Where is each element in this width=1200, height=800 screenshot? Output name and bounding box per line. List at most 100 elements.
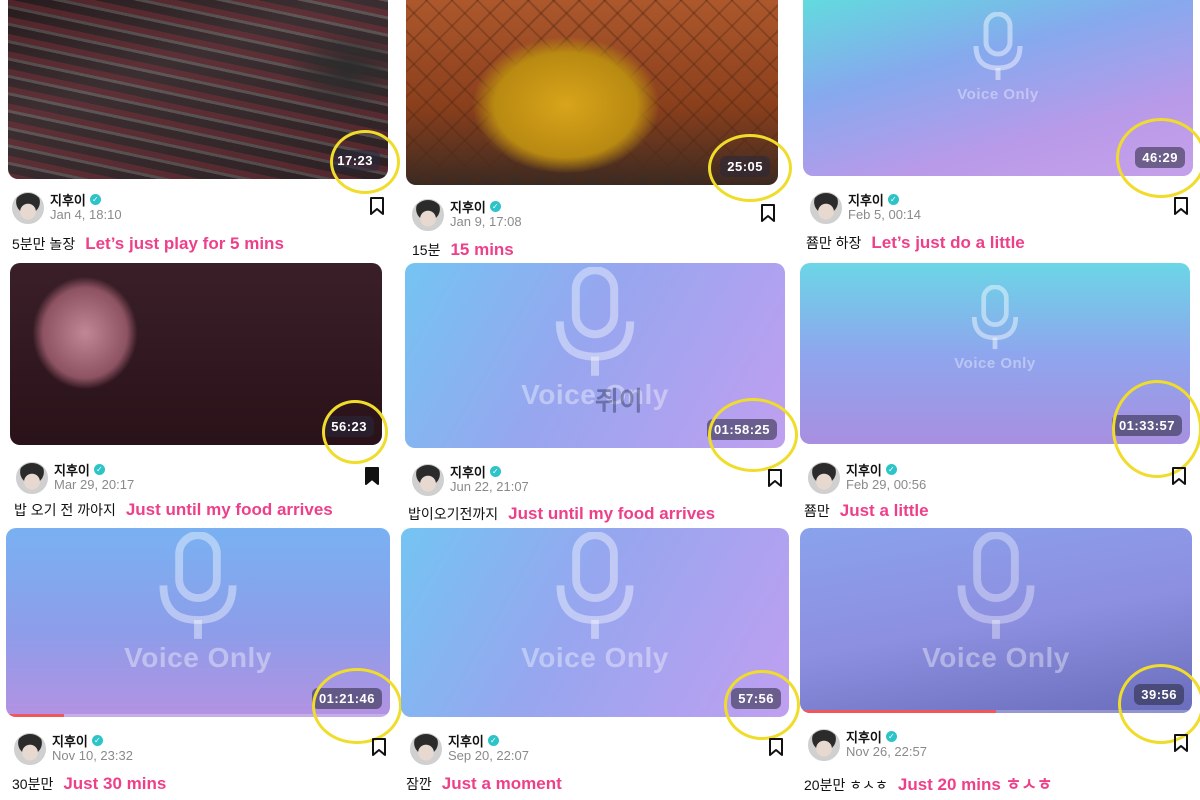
caption-korean: 쬼만	[804, 503, 830, 519]
caption-korean: 20분만 ㅎㅅㅎ	[804, 777, 888, 793]
bookmark-icon[interactable]	[759, 203, 777, 223]
verified-icon: ✓	[885, 464, 897, 475]
avatar[interactable]	[12, 192, 44, 224]
post-meta: 지후이 ✓ Mar 29, 20:17	[16, 460, 386, 500]
avatar[interactable]	[808, 462, 840, 494]
post-thumbnail[interactable]: 56:23	[10, 263, 382, 445]
voice-only-placeholder: Voice Only	[401, 532, 789, 674]
voice-only-label: Voice Only	[124, 642, 272, 673]
caption-translation: Just until my food arrives	[125, 500, 333, 519]
voice-only-label: Voice Only	[521, 642, 669, 673]
duration-badge: 01:21:46	[311, 688, 382, 709]
bookmark-icon[interactable]	[370, 737, 388, 757]
caption-translation: Just 20 mins ㅎㅅㅎ	[897, 775, 1053, 794]
duration-badge: 46:29	[1135, 147, 1185, 168]
post-caption: 20분만 ㅎㅅㅎ Just 20 mins ㅎㅅㅎ	[804, 770, 1053, 795]
bookmark-icon[interactable]	[1172, 196, 1190, 216]
avatar[interactable]	[412, 199, 444, 231]
post-meta: 지후이 ✓ Feb 29, 00:56	[808, 460, 1193, 500]
voice-post-grid: 17:23 지후이 ✓ Jan 4, 18:10 5분만 놀장 Let’s jus…	[0, 0, 1200, 800]
post-date: Feb 29, 00:56	[846, 477, 927, 492]
mic-icon	[159, 532, 237, 639]
bookmark-filled-icon[interactable]	[363, 466, 381, 486]
post-date: Nov 10, 23:32	[52, 748, 133, 763]
verified-icon: ✓	[885, 731, 897, 742]
post-caption: 15분 15 mins	[412, 240, 514, 260]
caption-korean: 5분만 놀장	[12, 236, 76, 252]
caption-translation: Let’s just do a little	[871, 233, 1025, 252]
playback-progress[interactable]	[6, 714, 390, 717]
caption-translation: Just 30 mins	[63, 774, 167, 793]
duration-badge: 57:56	[731, 688, 781, 709]
caption-translation: Just until my food arrives	[508, 504, 716, 523]
post-meta: 지후이 ✓ Nov 10, 23:32	[14, 731, 389, 771]
caption-korean: 쬼만 하장	[806, 235, 862, 251]
duration-badge: 56:23	[324, 416, 374, 437]
mic-icon	[957, 532, 1035, 639]
voice-only-placeholder: Voice Only	[800, 285, 1190, 372]
post-meta: 지후이 ✓ Sep 20, 22:07	[410, 731, 790, 771]
voice-only-placeholder: Voice Only	[800, 532, 1192, 674]
post-thumbnail[interactable]: Voice Only 57:56	[401, 528, 789, 717]
caption-korean: 15분	[412, 242, 441, 258]
caption-korean: 30분만	[12, 776, 54, 792]
post-meta: 지후이 ✓ Jun 22, 21:07	[412, 462, 782, 502]
mic-icon	[973, 12, 1023, 80]
post-meta: 지후이 ✓ Jan 4, 18:10	[12, 190, 392, 230]
verified-icon: ✓	[887, 194, 899, 205]
avatar[interactable]	[810, 192, 842, 224]
post-thumbnail[interactable]: Voice Only 39:56	[800, 528, 1192, 713]
mic-icon	[556, 532, 634, 639]
avatar[interactable]	[14, 733, 46, 765]
post-date: Mar 29, 20:17	[54, 477, 135, 492]
verified-icon: ✓	[487, 735, 499, 746]
bookmark-icon[interactable]	[767, 737, 785, 757]
post-date: Jun 22, 21:07	[450, 479, 529, 494]
playback-progress[interactable]	[800, 710, 1192, 713]
post-thumbnail[interactable]: 17:23	[8, 0, 388, 179]
bookmark-icon[interactable]	[1172, 733, 1190, 753]
verified-icon: ✓	[89, 194, 101, 205]
mic-icon	[971, 285, 1019, 350]
verified-icon: ✓	[489, 466, 501, 477]
duration-badge: 25:05	[720, 156, 770, 177]
post-meta: 지후이 ✓ Feb 5, 00:14	[810, 190, 1195, 230]
mic-icon	[555, 267, 635, 376]
bookmark-icon[interactable]	[1170, 466, 1188, 486]
voice-only-label: Voice Only	[954, 355, 1036, 372]
avatar[interactable]	[808, 729, 840, 761]
post-thumbnail[interactable]: Voice Only 01:21:46	[6, 528, 390, 717]
caption-translation: 15 mins	[450, 240, 514, 259]
voice-only-placeholder: Voice Only	[6, 532, 390, 674]
post-caption: 30분만 Just 30 mins	[12, 774, 166, 794]
bookmark-icon[interactable]	[766, 468, 784, 488]
caption-translation: Just a little	[839, 501, 929, 520]
caption-translation: Let’s just play for 5 mins	[85, 234, 284, 253]
caption-korean: 밥이오기전까지	[408, 506, 499, 522]
post-caption: 쬼만 하장 Let’s just do a little	[806, 233, 1025, 253]
post-thumbnail[interactable]: Voice Only 01:33:57	[800, 263, 1190, 444]
post-caption: 밥이오기전까지 Just until my food arrives	[408, 504, 715, 524]
post-caption: 5분만 놀장 Let’s just play for 5 mins	[12, 234, 284, 254]
voice-only-placeholder: Voice Only	[803, 12, 1193, 103]
post-thumbnail[interactable]: 25:05	[406, 0, 778, 185]
duration-badge: 01:58:25	[706, 419, 777, 440]
verified-icon: ✓	[93, 464, 105, 475]
duration-badge: 01:33:57	[1111, 415, 1182, 436]
post-thumbnail[interactable]: Voice Only 46:29	[803, 0, 1193, 176]
avatar[interactable]	[412, 464, 444, 496]
caption-korean: 밥 오기 전 까아지	[14, 502, 116, 518]
caption-korean: 잠깐	[406, 776, 432, 792]
post-date: Jan 4, 18:10	[50, 207, 122, 222]
post-date: Feb 5, 00:14	[848, 207, 921, 222]
post-thumbnail[interactable]: Voice Only 쥐이 01:58:25	[405, 263, 785, 448]
avatar[interactable]	[16, 462, 48, 494]
duration-badge: 39:56	[1134, 684, 1184, 705]
bookmark-icon[interactable]	[368, 196, 386, 216]
post-caption: 밥 오기 전 까아지 Just until my food arrives	[14, 500, 333, 520]
voice-only-label: Voice Only	[922, 642, 1070, 673]
post-meta: 지후이 ✓ Jan 9, 17:08	[412, 197, 782, 237]
avatar[interactable]	[410, 733, 442, 765]
voice-only-label: Voice Only	[957, 86, 1039, 103]
verified-icon: ✓	[489, 201, 501, 212]
